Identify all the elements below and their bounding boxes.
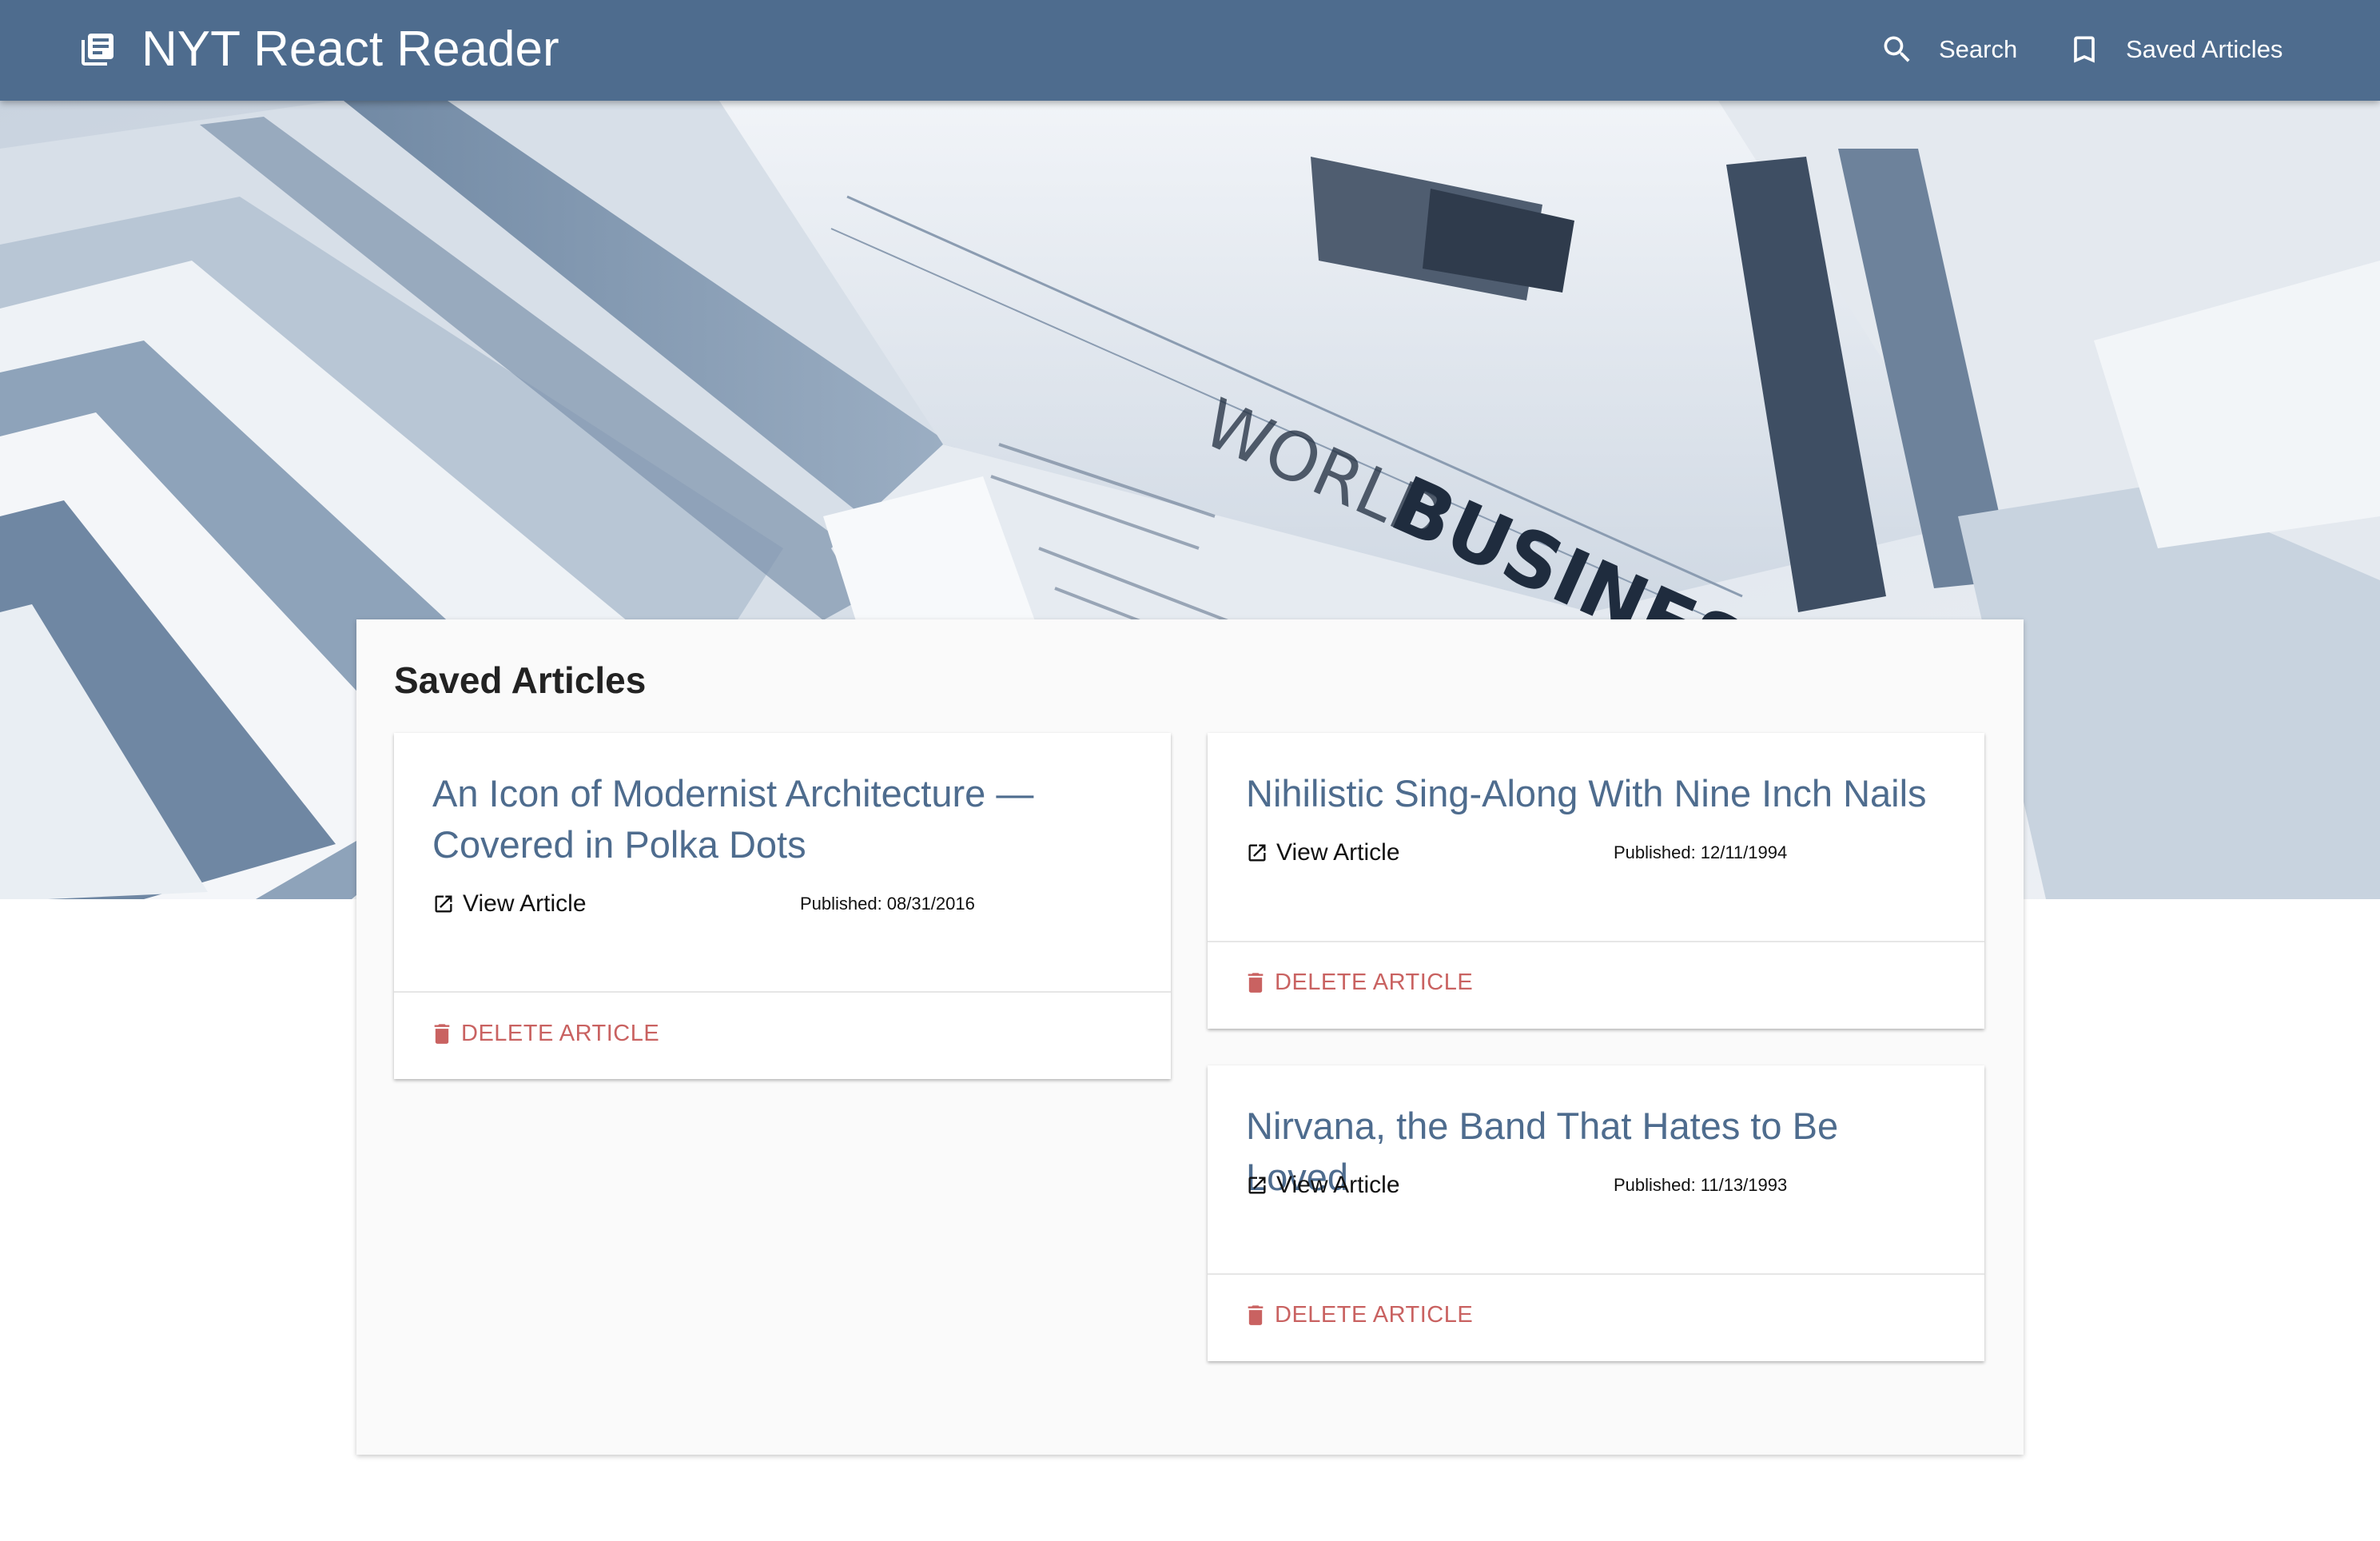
app-title[interactable]: NYT React Reader bbox=[141, 16, 559, 83]
article-meta: View Article Published: 12/11/1994 bbox=[1246, 835, 1949, 870]
view-article-link[interactable]: View Article bbox=[432, 886, 587, 922]
open-in-new-icon bbox=[435, 895, 452, 913]
view-article-label: View Article bbox=[463, 890, 587, 917]
trash-icon bbox=[1248, 973, 1264, 993]
article-card: An Icon of Modernist Architecture — Cove… bbox=[394, 733, 1171, 1079]
card-divider bbox=[1208, 1273, 1984, 1275]
trash-icon bbox=[434, 1024, 450, 1044]
delete-article-button[interactable]: DELETE ARTICLE bbox=[1246, 1297, 1473, 1332]
published-date: Published: 08/31/2016 bbox=[800, 886, 975, 922]
published-label: Published: bbox=[800, 894, 882, 914]
published-date: Published: 12/11/1994 bbox=[1614, 835, 1787, 870]
nav-search-link[interactable]: Search bbox=[1880, 26, 2017, 74]
nav-saved-label: Saved Articles bbox=[2126, 35, 2283, 63]
view-article-link[interactable]: View Article bbox=[1246, 1168, 1400, 1203]
published-value: 11/13/1993 bbox=[1700, 1175, 1788, 1195]
saved-articles-panel: Saved Articles An Icon of Modernist Arch… bbox=[356, 619, 2024, 1455]
page: NYT React Reader Search Saved Articles W… bbox=[0, 0, 2380, 1541]
article-title-link[interactable]: Nihilistic Sing-Along With Nine Inch Nai… bbox=[1246, 768, 1949, 819]
open-in-new-icon bbox=[1248, 1177, 1266, 1194]
published-date: Published: 11/13/1993 bbox=[1614, 1168, 1787, 1203]
page-title: Saved Articles bbox=[394, 659, 647, 701]
article-card: Nihilistic Sing-Along With Nine Inch Nai… bbox=[1208, 733, 1984, 1029]
trash-icon bbox=[1248, 1305, 1264, 1325]
nav-search-label: Search bbox=[1939, 35, 2018, 63]
delete-article-label: DELETE ARTICLE bbox=[461, 1020, 660, 1046]
article-card: Nirvana, the Band That Hates to Be Loved… bbox=[1208, 1065, 1984, 1361]
card-divider bbox=[394, 991, 1171, 993]
delete-article-label: DELETE ARTICLE bbox=[1275, 1301, 1474, 1328]
nav-saved-articles-link[interactable]: Saved Articles bbox=[2067, 26, 2282, 74]
article-title-link[interactable]: An Icon of Modernist Architecture — Cove… bbox=[432, 768, 1136, 870]
view-article-label: View Article bbox=[1276, 839, 1400, 866]
delete-article-button[interactable]: DELETE ARTICLE bbox=[432, 1016, 659, 1051]
bookmark-icon bbox=[2074, 36, 2095, 63]
published-value: 12/11/1994 bbox=[1700, 842, 1788, 862]
published-value: 08/31/2016 bbox=[886, 894, 975, 914]
delete-article-button[interactable]: DELETE ARTICLE bbox=[1246, 965, 1473, 1000]
app-bar: NYT React Reader Search Saved Articles bbox=[0, 0, 2380, 101]
card-divider bbox=[1208, 941, 1984, 942]
published-label: Published: bbox=[1614, 1175, 1696, 1195]
view-article-link[interactable]: View Article bbox=[1246, 835, 1400, 870]
library-books-icon bbox=[82, 34, 113, 66]
article-meta: View Article Published: 11/13/1993 bbox=[1246, 1168, 1949, 1203]
view-article-label: View Article bbox=[1276, 1172, 1400, 1198]
search-icon bbox=[1884, 36, 1910, 62]
open-in-new-icon bbox=[1248, 844, 1266, 862]
delete-article-label: DELETE ARTICLE bbox=[1275, 969, 1474, 995]
published-label: Published: bbox=[1614, 842, 1696, 862]
article-meta: View Article Published: 08/31/2016 bbox=[432, 886, 1136, 922]
